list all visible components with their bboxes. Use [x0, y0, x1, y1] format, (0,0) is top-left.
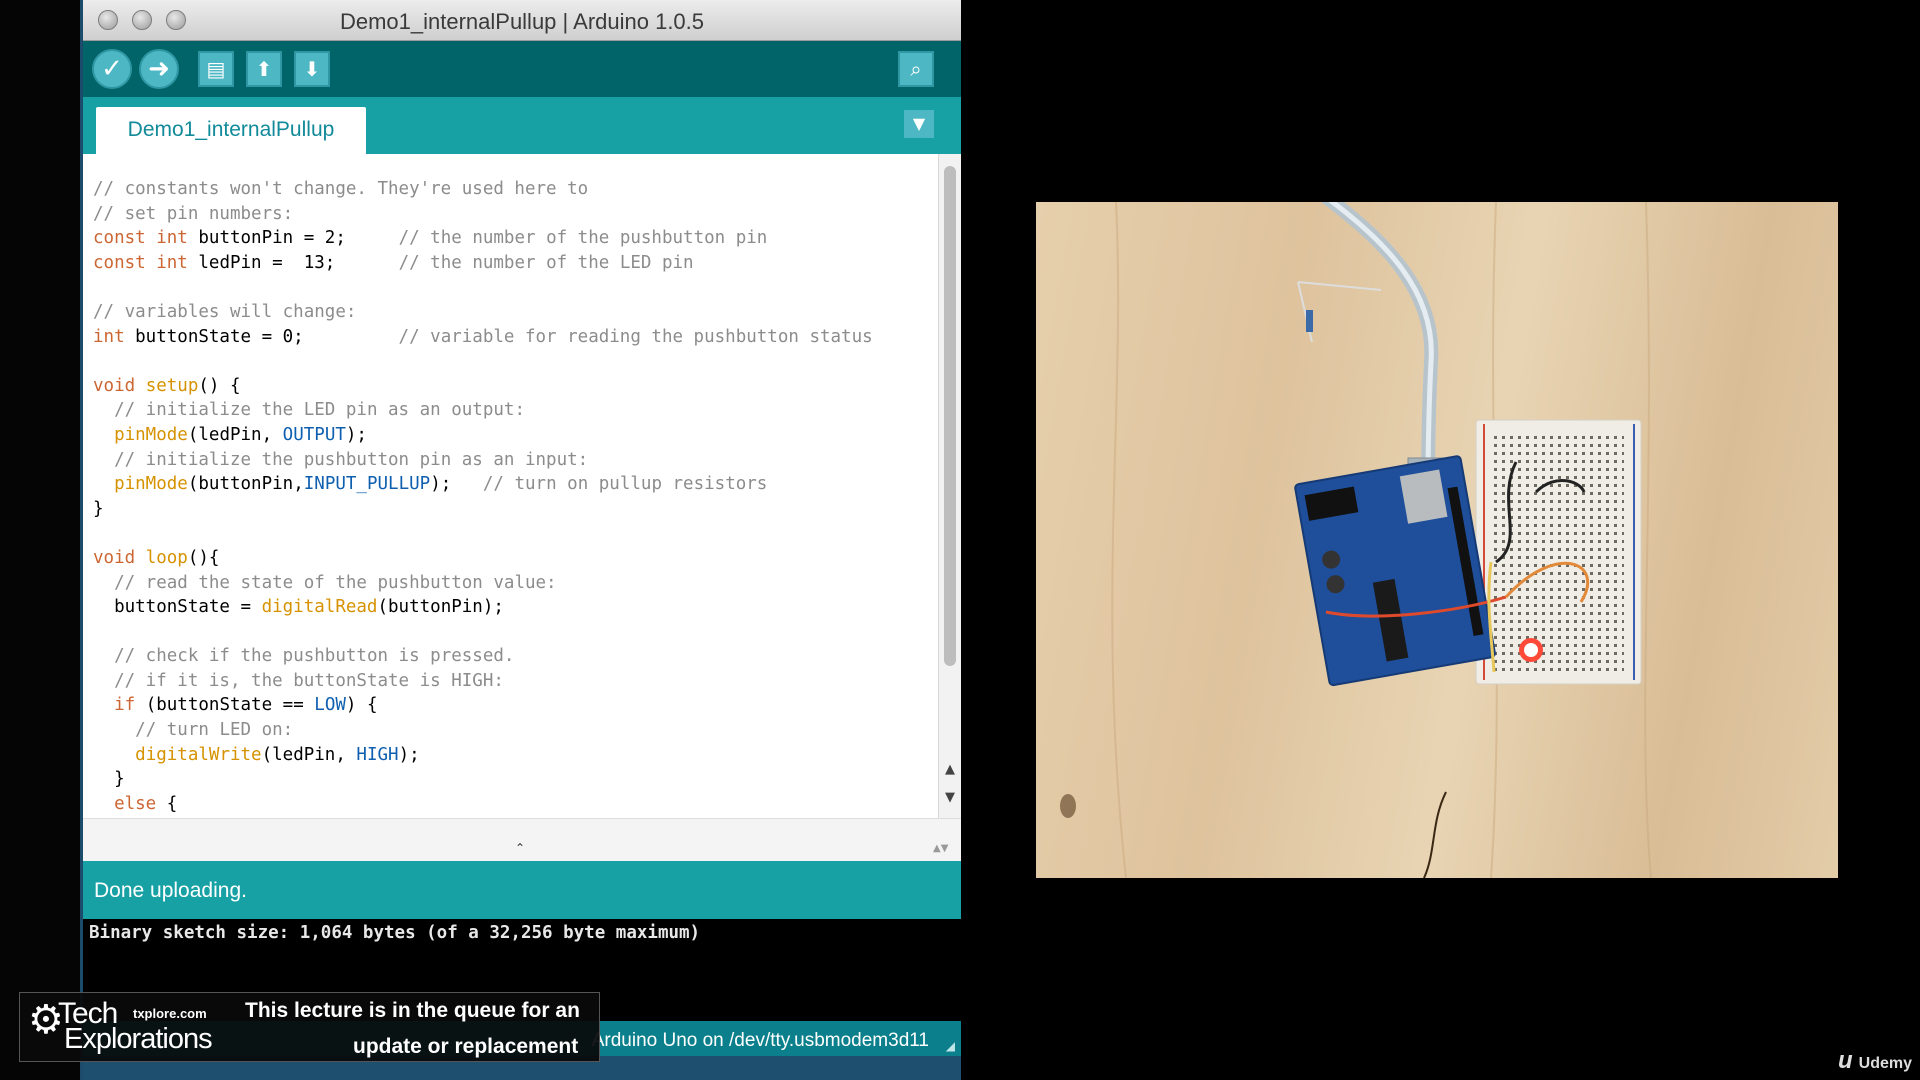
window-title: Demo1_internalPullup | Arduino 1.0.5: [339, 9, 705, 34]
desktop-background: [0, 0, 82, 1080]
caret-up-icon[interactable]: ⌃: [515, 841, 525, 855]
scrollbar-thumb[interactable]: [944, 166, 956, 666]
arrow-right-icon: ➜: [148, 54, 170, 84]
code-line[interactable]: // read the state of the pushbutton valu…: [93, 571, 873, 596]
code-line[interactable]: digitalWrite(ledPin, HIGH);: [93, 743, 873, 768]
save-arrow-down-icon: ⬇: [303, 57, 321, 81]
title-bar: Demo1_internalPullup | Arduino 1.0.5: [83, 0, 961, 41]
tab-sketch[interactable]: Demo1_internalPullup: [96, 107, 366, 154]
tab-menu-button[interactable]: ▼: [904, 110, 934, 138]
video-panel: [1036, 202, 1838, 878]
new-sketch-button[interactable]: ▤: [198, 51, 234, 87]
code-line[interactable]: // constants won't change. They're used …: [93, 177, 873, 202]
console-line: Binary sketch size: 1,064 bytes (of a 32…: [89, 923, 701, 943]
code-line[interactable]: // turn LED on:: [93, 718, 873, 743]
watermark-message-1: This lecture is in the queue for an: [245, 999, 580, 1022]
open-sketch-button[interactable]: ⬆: [246, 51, 282, 87]
code-line[interactable]: void loop(){: [93, 546, 873, 571]
udemy-label: Udemy: [1858, 1055, 1913, 1072]
resize-arrows-icon: ▲▼: [933, 843, 949, 854]
code-line[interactable]: }: [93, 497, 873, 522]
check-icon: ✓: [101, 54, 123, 84]
save-sketch-button[interactable]: ⬇: [294, 51, 330, 87]
tech-explorations-watermark: ⚙ Tech Explorations txplore.com This lec…: [19, 992, 600, 1062]
code-line[interactable]: const int ledPin = 13; // the number of …: [93, 251, 873, 276]
code-editor[interactable]: // constants won't change. They're used …: [83, 154, 938, 818]
code-line[interactable]: ​: [93, 620, 873, 645]
code-line[interactable]: // if it is, the buttonState is HIGH:: [93, 669, 873, 694]
status-message: Done uploading.: [94, 879, 247, 902]
editor-console-divider[interactable]: ⌃ ▲▼: [83, 818, 961, 862]
status-bar: Done uploading.: [83, 861, 961, 919]
code-line[interactable]: else {: [93, 792, 873, 817]
code-line[interactable]: if (buttonState == LOW) {: [93, 693, 873, 718]
code-line[interactable]: // check if the pushbutton is pressed.: [93, 644, 873, 669]
code-line[interactable]: pinMode(ledPin, OUTPUT);: [93, 423, 873, 448]
scroll-down-arrow-icon[interactable]: ▼: [943, 790, 957, 805]
scroll-up-arrow-icon[interactable]: ▲: [943, 762, 957, 777]
code-line[interactable]: pinMode(buttonPin,INPUT_PULLUP); // turn…: [93, 472, 873, 497]
code-line[interactable]: // initialize the LED pin as an output:: [93, 398, 873, 423]
code-line[interactable]: const int buttonPin = 2; // the number o…: [93, 226, 873, 251]
arduino-ide-window: Demo1_internalPullup | Arduino 1.0.5 ✓ ➜…: [83, 0, 961, 1080]
code-line[interactable]: ​: [93, 349, 873, 374]
upload-button[interactable]: ➜: [139, 49, 179, 89]
code-line[interactable]: void setup() {: [93, 374, 873, 399]
tab-bar: Demo1_internalPullup ▼: [83, 97, 961, 154]
code-line[interactable]: ​: [93, 275, 873, 300]
verify-button[interactable]: ✓: [92, 49, 132, 89]
code-line[interactable]: }: [93, 767, 873, 792]
brand-site: txplore.com: [133, 1006, 207, 1021]
udemy-u-icon: u: [1838, 1047, 1853, 1074]
board-port-label: Arduino Uno on /dev/tty.usbmodem3d11: [591, 1030, 929, 1051]
resize-grip-icon[interactable]: ◢: [946, 1039, 955, 1053]
arduino-breadboard-photo: [1060, 202, 1652, 878]
toolbar: ✓ ➜ ▤ ⬆ ⬇ ⌕: [83, 41, 961, 97]
new-file-icon: ▤: [206, 57, 226, 81]
serial-monitor-button[interactable]: ⌕: [898, 51, 934, 87]
brand-line-2: Explorations: [64, 1023, 213, 1055]
magnifier-icon: ⌕: [910, 57, 922, 81]
editor-scrollbar[interactable]: ▲ ▼: [938, 154, 961, 818]
watermark-message-2: update or replacement: [353, 1035, 579, 1058]
code-text[interactable]: // constants won't change. They're used …: [93, 177, 873, 816]
code-line[interactable]: ​: [93, 521, 873, 546]
triangle-down-icon: ▼: [912, 114, 926, 133]
udemy-logo: u Udemy: [1838, 1047, 1912, 1075]
code-line[interactable]: buttonState = digitalRead(buttonPin);: [93, 595, 873, 620]
code-line[interactable]: // initialize the pushbutton pin as an i…: [93, 448, 873, 473]
open-arrow-up-icon: ⬆: [255, 57, 273, 81]
code-line[interactable]: // set pin numbers:: [93, 202, 873, 227]
code-line[interactable]: // variables will change:: [93, 300, 873, 325]
code-line[interactable]: int buttonState = 0; // variable for rea…: [93, 325, 873, 350]
